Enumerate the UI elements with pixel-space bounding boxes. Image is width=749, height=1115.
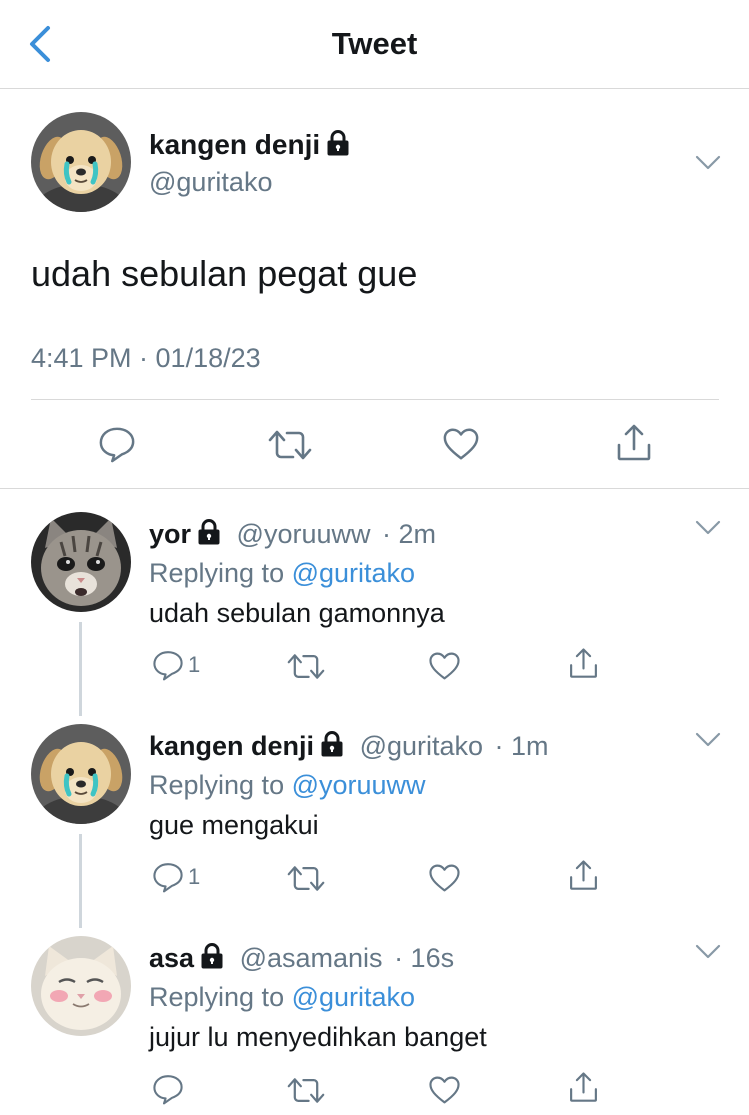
like-button[interactable] [428,863,461,893]
retweet-button[interactable] [287,1075,325,1106]
reply-text: gue mengakui [149,810,319,840]
reply-text: jujur lu menyedihkan banget [149,1022,487,1052]
replying-to-line: Replying to @yoruuww [149,770,426,801]
like-button[interactable] [428,651,461,681]
display-name[interactable]: kangen denji [149,731,314,761]
like-button[interactable] [428,1075,461,1105]
retweet-button[interactable] [268,427,312,463]
lock-icon [326,130,350,156]
reply-text: udah sebulan gamonnya [149,598,445,628]
share-icon [614,423,654,463]
username[interactable]: @guritako [360,731,483,761]
display-name[interactable]: kangen denji [149,129,320,160]
username[interactable]: @yoruuww [237,519,371,549]
kitten-avatar-image [31,512,131,612]
replying-to-line: Replying to @guritako [149,558,415,589]
reply-tweet[interactable]: yor @yoruuww · 2m Replying to @guritako … [0,512,749,724]
top-nav-bar: Tweet [0,0,749,89]
share-icon [567,647,600,680]
cat-avatar-image [31,936,131,1036]
share-button[interactable] [567,647,600,680]
retweet-icon [287,651,325,682]
replying-to-label: Replying to [149,770,285,800]
lock-icon [320,731,344,757]
reply-button[interactable]: 1 [152,861,200,893]
lock-icon [197,519,221,545]
share-button[interactable] [614,423,654,463]
chevron-down-icon[interactable] [695,155,721,171]
replying-to-mention[interactable]: @guritako [292,982,415,1012]
reply-icon [98,425,136,463]
replying-to-label: Replying to [149,558,285,588]
display-name[interactable]: asa [149,943,194,973]
share-icon [567,1071,600,1104]
tweet-text: udah sebulan pegat gue [31,253,418,294]
reply-author-row: asa @asamanis · 16s [149,943,454,974]
chevron-down-icon[interactable] [695,732,721,748]
reply-author-row: kangen denji @guritako · 1m [149,731,549,762]
retweet-icon [268,427,312,463]
chevron-down-icon[interactable] [695,944,721,960]
reply-icon [152,1073,184,1105]
retweet-icon [287,863,325,894]
reply-time: · 1m [494,731,549,761]
page-title: Tweet [331,26,418,61]
main-tweet: kangen denji @guritako udah sebulan pega… [0,89,749,489]
username[interactable]: @guritako [149,167,272,198]
reply-button[interactable]: 1 [152,649,200,681]
reply-tweet[interactable]: kangen denji @guritako · 1m Replying to … [0,724,749,936]
reply-button[interactable] [152,1073,184,1105]
display-name[interactable]: yor [149,519,191,549]
like-button[interactable] [442,426,480,462]
reply-button[interactable] [98,425,136,463]
heart-icon [428,863,461,893]
chevron-down-icon[interactable] [695,520,721,536]
reply-icon [152,649,184,681]
replying-to-label: Replying to [149,982,285,1012]
replying-to-line: Replying to @guritako [149,982,415,1013]
avatar[interactable] [31,112,131,212]
heart-icon [428,651,461,681]
heart-icon [442,426,480,462]
lock-icon [200,943,224,969]
reply-tweet[interactable]: asa @asamanis · 16s Replying to @guritak… [0,936,749,1115]
divider [31,399,719,400]
share-button[interactable] [567,1071,600,1104]
avatar[interactable] [31,724,131,824]
share-icon [567,859,600,892]
replying-to-mention[interactable]: @guritako [292,558,415,588]
reply-time: · 2m [382,519,437,549]
puppy-avatar-image [31,112,131,212]
tweet-author-row: kangen denji [149,129,350,161]
tweet-timestamp: 4:41 PM · 01/18/23 [31,343,261,373]
reply-author-row: yor @yoruuww · 2m [149,519,436,550]
heart-icon [428,1075,461,1105]
reply-count: 1 [188,652,201,677]
replying-to-mention[interactable]: @yoruuww [292,770,426,800]
retweet-button[interactable] [287,651,325,682]
reply-count: 1 [188,864,201,889]
reply-time: · 16s [394,943,455,973]
retweet-icon [287,1075,325,1106]
retweet-button[interactable] [287,863,325,894]
username[interactable]: @asamanis [240,943,383,973]
puppy-avatar-image [31,724,131,824]
avatar[interactable] [31,512,131,612]
share-button[interactable] [567,859,600,892]
avatar[interactable] [31,936,131,1036]
reply-icon [152,861,184,893]
